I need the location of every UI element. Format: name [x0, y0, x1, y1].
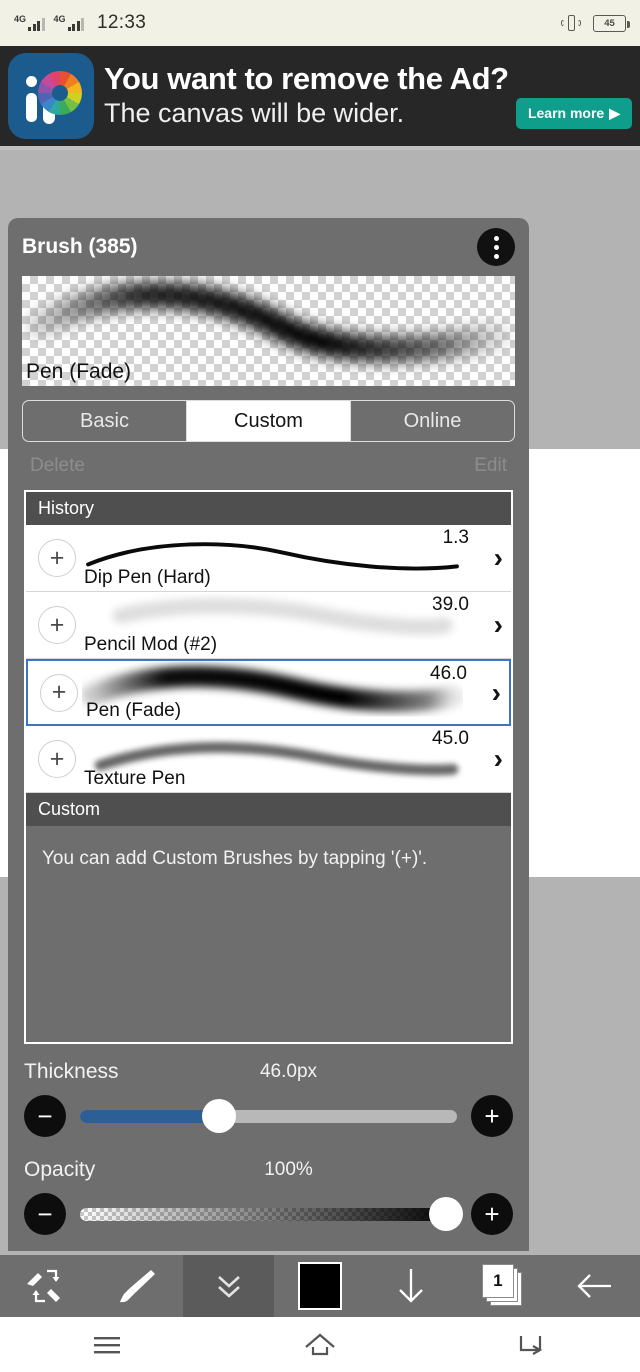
menu-icon[interactable]	[0, 1332, 213, 1358]
current-color-swatch[interactable]	[297, 1262, 342, 1310]
add-brush-button[interactable]: +	[38, 740, 76, 778]
opacity-section: Opacity 100% − +	[8, 1142, 529, 1240]
thickness-section: Thickness 46.0px − +	[8, 1044, 529, 1142]
three-dot-menu-icon[interactable]	[477, 228, 515, 266]
opacity-decrease-button[interactable]: −	[24, 1193, 66, 1235]
arrow-down-icon[interactable]	[366, 1255, 457, 1317]
brush-size-label: 45.0	[432, 728, 469, 749]
ad-headline: You want to remove the Ad?	[104, 61, 509, 97]
opacity-slider[interactable]	[80, 1193, 463, 1235]
layer-count-label: 1	[481, 1264, 514, 1298]
ad-banner[interactable]: You want to remove the Ad? The canvas wi…	[0, 46, 640, 146]
thickness-increase-button[interactable]: +	[471, 1095, 513, 1137]
group-header-history: History	[26, 492, 511, 525]
network-type-1: 4G	[14, 14, 27, 24]
signal-icon-1: 4G	[14, 15, 45, 31]
ad-subline: The canvas will be wider.	[104, 98, 405, 129]
chevron-double-down-icon[interactable]	[182, 1255, 275, 1317]
layers-icon[interactable]: 1	[457, 1255, 548, 1317]
brush-size-label: 1.3	[442, 527, 469, 548]
list-item[interactable]: + 45.0 Texture Pen ›	[26, 726, 511, 793]
brush-name-label: Dip Pen (Hard)	[84, 567, 211, 588]
status-bar-left: 4G 4G 12:33	[14, 12, 146, 34]
play-arrow-icon: ▶	[609, 104, 620, 121]
edit-button[interactable]: Edit	[474, 455, 507, 477]
ibispaint-logo-icon	[8, 53, 94, 139]
brush-panel: Brush (385) Pen (Fade) Basic Custom Onli…	[8, 218, 529, 1251]
color-swatch-icon[interactable]	[274, 1255, 365, 1317]
home-icon[interactable]	[213, 1330, 426, 1360]
back-icon[interactable]	[427, 1330, 640, 1360]
back-arrow-icon[interactable]	[549, 1255, 640, 1317]
signal-icon-2: 4G	[54, 15, 85, 31]
thickness-slider-thumb[interactable]	[202, 1099, 237, 1133]
list-item[interactable]: + 39.0 Pencil Mod (#2) ›	[26, 592, 511, 659]
page-title: Brush (385)	[22, 235, 138, 258]
signal-bars-1	[28, 18, 45, 31]
brush-tabs: Basic Custom Online	[22, 400, 515, 442]
brush-name-label: Pen (Fade)	[86, 700, 182, 721]
brush-size-label: 39.0	[432, 594, 469, 615]
thickness-decrease-button[interactable]: −	[24, 1095, 66, 1137]
status-bar-right: 45	[561, 14, 630, 32]
add-brush-button[interactable]: +	[40, 673, 78, 712]
ad-text-block: You want to remove the Ad? The canvas wi…	[104, 63, 632, 129]
ad-subline-row: The canvas will be wider. Learn more ▶	[104, 97, 632, 129]
chevron-right-icon[interactable]: ›	[494, 542, 503, 574]
learn-more-button[interactable]: Learn more ▶	[515, 97, 632, 129]
opacity-header: Opacity 100%	[24, 1152, 513, 1188]
opacity-slider-thumb[interactable]	[428, 1197, 463, 1231]
signal-bars-2	[67, 18, 85, 31]
undo-redo-pen-eraser-icon[interactable]	[0, 1255, 91, 1317]
battery-level-label: 45	[604, 17, 615, 29]
thickness-slider-row: − +	[24, 1090, 513, 1142]
status-bar: 4G 4G 12:33 45	[0, 0, 640, 46]
brush-name-label: Texture Pen	[84, 768, 186, 789]
tab-basic[interactable]: Basic	[23, 401, 186, 441]
brush-preview-label: Pen (Fade)	[26, 360, 132, 383]
thickness-slider[interactable]	[80, 1095, 457, 1137]
thickness-header: Thickness 46.0px	[24, 1054, 513, 1090]
list-item[interactable]: + 1.3 Dip Pen (Hard) ›	[26, 525, 511, 592]
brush-preview: Pen (Fade)	[22, 276, 515, 386]
opacity-value: 100%	[264, 1159, 313, 1180]
brush-name-label: Pencil Mod (#2)	[84, 634, 218, 655]
thickness-value: 46.0px	[259, 1061, 318, 1082]
chevron-right-icon[interactable]: ›	[492, 677, 501, 709]
add-brush-button[interactable]: +	[38, 606, 76, 644]
delete-button[interactable]: Delete	[30, 455, 85, 477]
battery-icon: 45	[593, 14, 630, 32]
bottom-toolbar: 1	[0, 1255, 640, 1317]
list-item-selected[interactable]: + 46.0 Pen (Fade) ›	[26, 659, 511, 726]
opacity-slider-row: − +	[24, 1188, 513, 1240]
opacity-increase-button[interactable]: +	[471, 1193, 513, 1235]
brush-list: History + 1.3 Dip Pen (Hard) › + 39.0 Pe…	[24, 490, 513, 1044]
group-header-custom: Custom	[26, 793, 511, 826]
add-brush-button[interactable]: +	[38, 539, 76, 577]
brush-icon[interactable]	[91, 1255, 182, 1317]
learn-more-label: Learn more	[527, 105, 605, 122]
chevron-right-icon[interactable]: ›	[494, 609, 503, 641]
brush-panel-header: Brush (385)	[8, 218, 529, 276]
chevron-right-icon[interactable]: ›	[494, 743, 503, 775]
status-bar-clock: 12:33	[97, 12, 147, 33]
custom-empty-message: You can add Custom Brushes by tapping '(…	[26, 826, 511, 1042]
tab-custom[interactable]: Custom	[186, 401, 350, 441]
delete-edit-row: Delete Edit	[8, 442, 529, 490]
tab-online[interactable]: Online	[350, 401, 514, 441]
android-nav-bar	[0, 1317, 640, 1372]
brush-size-label: 46.0	[430, 663, 467, 684]
network-type-2: 4G	[53, 14, 66, 24]
vibrate-icon	[561, 14, 581, 32]
